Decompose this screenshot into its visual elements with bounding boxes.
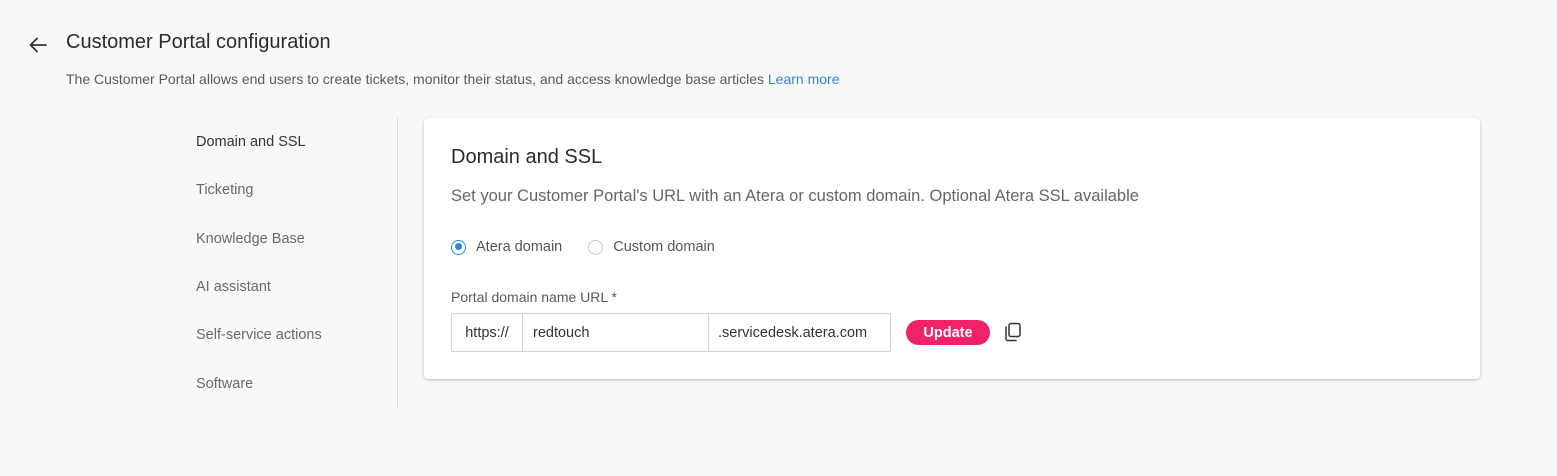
radio-unchecked-icon bbox=[588, 239, 604, 255]
page-description: The Customer Portal allows end users to … bbox=[66, 71, 839, 87]
radio-checked-icon bbox=[451, 239, 466, 255]
custom-domain-label: Custom domain bbox=[613, 239, 715, 255]
nav-divider bbox=[397, 118, 398, 408]
portal-domain-label: Portal domain name URL * bbox=[451, 289, 618, 305]
page-description-text: The Customer Portal allows end users to … bbox=[66, 71, 764, 87]
atera-domain-label: Atera domain bbox=[476, 239, 563, 255]
update-button[interactable]: Update bbox=[906, 320, 990, 345]
copy-icon bbox=[1005, 322, 1021, 342]
copy-url-button[interactable] bbox=[1002, 321, 1024, 343]
subdomain-input[interactable] bbox=[523, 314, 709, 351]
section-description: Set your Customer Portal's URL with an A… bbox=[451, 187, 1139, 205]
back-button[interactable] bbox=[26, 33, 50, 57]
arrow-left-icon bbox=[29, 37, 47, 53]
portal-url-field: https:// .servicedesk.atera.com bbox=[451, 313, 891, 352]
nav-item-software[interactable]: Software bbox=[196, 376, 253, 392]
nav-item-self-service-actions[interactable]: Self-service actions bbox=[196, 327, 322, 343]
page-title: Customer Portal configuration bbox=[66, 31, 331, 53]
learn-more-link[interactable]: Learn more bbox=[768, 71, 840, 87]
custom-domain-radio[interactable]: Custom domain bbox=[588, 239, 715, 255]
nav-item-knowledge-base[interactable]: Knowledge Base bbox=[196, 231, 305, 247]
url-suffix: .servicedesk.atera.com bbox=[718, 324, 868, 341]
domain-type-radio-group: Atera domain Custom domain bbox=[451, 239, 741, 255]
atera-domain-radio[interactable]: Atera domain bbox=[451, 239, 562, 255]
nav-item-ticketing[interactable]: Ticketing bbox=[196, 182, 253, 198]
domain-ssl-card: Domain and SSL Set your Customer Portal'… bbox=[424, 118, 1480, 379]
nav-item-ai-assistant[interactable]: AI assistant bbox=[196, 279, 271, 295]
nav-item-domain-and-ssl[interactable]: Domain and SSL bbox=[196, 134, 306, 150]
url-prefix: https:// bbox=[452, 314, 523, 351]
section-title: Domain and SSL bbox=[451, 146, 603, 168]
